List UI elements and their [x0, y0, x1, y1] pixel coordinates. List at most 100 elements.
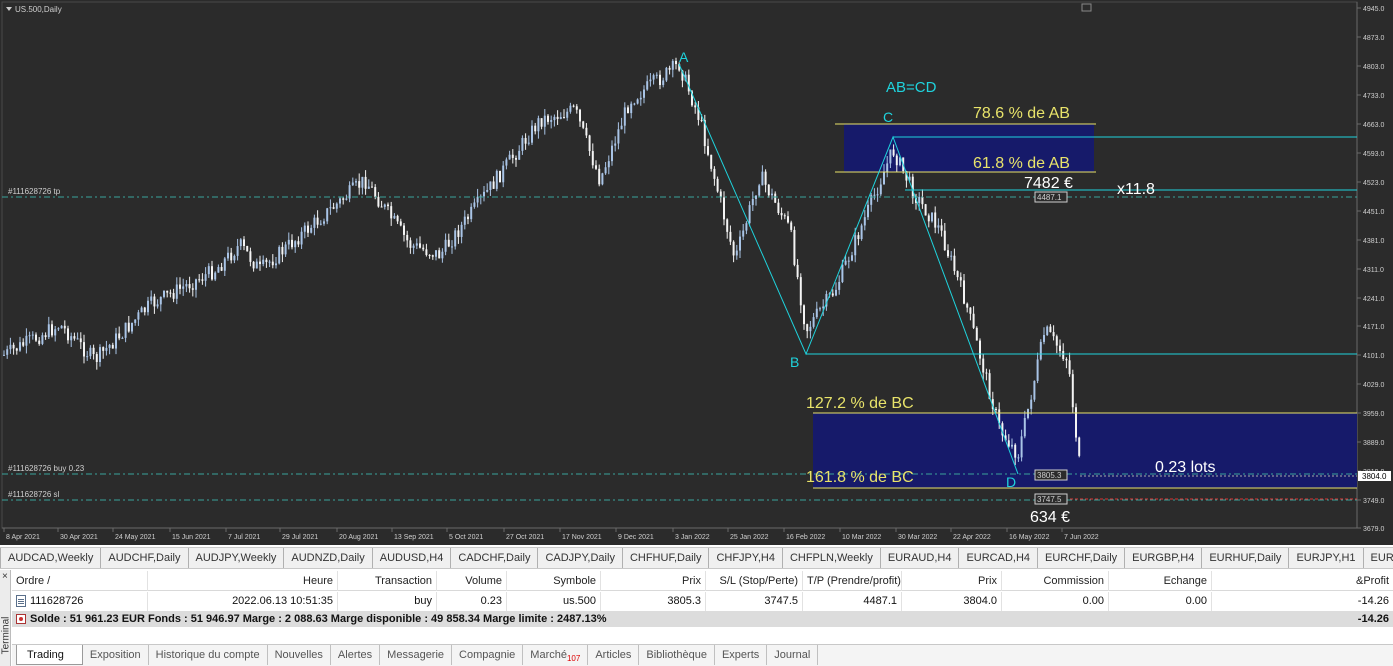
symbol-tab[interactable]: AUDJPY,Weekly [189, 548, 285, 568]
tab-messagerie[interactable]: Messagerie [380, 645, 453, 665]
column-header[interactable]: &Profit [1212, 571, 1393, 591]
tab-historique-du-compte[interactable]: Historique du compte [149, 645, 268, 665]
lots-label: 0.23 lots [1155, 459, 1215, 476]
candle-body [358, 181, 361, 188]
tab-trading[interactable]: Trading [16, 645, 83, 665]
symbol-tab[interactable]: CADCHF,Daily [451, 548, 539, 568]
price-tick-label: 4945.0 [1363, 6, 1385, 13]
candle-body [22, 342, 25, 346]
candle-body [147, 300, 149, 313]
candle-body [419, 243, 421, 248]
column-header[interactable]: Commission [1002, 571, 1109, 591]
candle-body [345, 198, 348, 200]
order-profit: -14.26 [1357, 595, 1389, 607]
symbol-tab[interactable]: CHFPLN,Weekly [783, 548, 881, 568]
symbol-tab[interactable]: EURGBP,H4 [1125, 548, 1203, 568]
tab-experts[interactable]: Experts [715, 645, 768, 665]
candle-body [268, 261, 271, 263]
tab-march-[interactable]: Marché107 [523, 645, 589, 665]
column-header[interactable]: Transaction [338, 571, 437, 591]
candle-body [297, 241, 300, 245]
column-header[interactable]: Volume [437, 571, 507, 591]
table-row[interactable]: 111628726 2022.06.13 10:51:35 buy 0.23 u… [12, 592, 1393, 611]
candle-body [607, 161, 610, 168]
candle-body [463, 216, 466, 225]
candle-body [783, 215, 786, 217]
candle-body [195, 279, 197, 290]
symbol-tab[interactable]: AUDNZD,Daily [284, 548, 373, 568]
column-header[interactable]: Ordre / [12, 571, 148, 591]
symbol-tab[interactable]: AUDCHF,Daily [101, 548, 189, 568]
candle-body [860, 225, 863, 240]
price-tick-label: 4101.0 [1363, 353, 1385, 360]
symbol-tab[interactable]: CHFHUF,Daily [623, 548, 710, 568]
candle-body [707, 146, 709, 155]
point-a-label: A [679, 49, 689, 65]
candle-body [966, 303, 969, 308]
candle-body [761, 171, 764, 186]
symbol-tab[interactable]: EURCAD,H4 [959, 548, 1039, 568]
candle-body [444, 239, 447, 252]
terminal-side-bar: × Terminal [0, 570, 12, 666]
candle-body [559, 117, 562, 119]
candle-body [35, 334, 37, 341]
candle-body [543, 115, 546, 127]
symbol-tab[interactable]: EURCHF,Daily [1038, 548, 1126, 568]
column-header[interactable]: Symbole [507, 571, 601, 591]
chart-corner-icon[interactable] [1081, 3, 1092, 12]
candle-body [787, 216, 789, 223]
candle-body [643, 89, 645, 98]
candle-body [950, 255, 953, 257]
price-chart[interactable]: US.500,Daily 4945.0 4873.0 4803.0 4733.0 466… [0, 0, 1393, 545]
symbol-tab[interactable]: AUDUSD,H4 [373, 548, 452, 568]
symbol-tab[interactable]: EURJPY,H1 [1289, 548, 1364, 568]
candle-body [636, 99, 639, 104]
time-axis: 8 Apr 2021 30 Apr 2021 24 May 2021 15 Jun 2… [2, 527, 1357, 541]
candle-body [169, 292, 172, 294]
column-header[interactable]: S/L (Stop/Perte) [706, 571, 803, 591]
symbol-tab[interactable]: EURAUD,H4 [881, 548, 960, 568]
candle-body [956, 271, 959, 278]
candle-body [179, 284, 181, 289]
column-header[interactable]: T/P (Prendre/profit) [803, 571, 902, 591]
candle-body [588, 135, 591, 152]
chart-canvas[interactable]: US.500,Daily 4945.0 4873.0 4803.0 4733.0 466… [0, 0, 1393, 545]
tab-journal[interactable]: Journal [767, 645, 819, 665]
candle-body [291, 239, 293, 248]
tab-articles[interactable]: Articles [588, 645, 640, 665]
column-header[interactable]: Heure [148, 571, 338, 591]
tab-nouvelles[interactable]: Nouvelles [268, 645, 331, 665]
tab-compagnie[interactable]: Compagnie [452, 645, 524, 665]
candle-body [156, 304, 159, 307]
buy-order-label: #111628726 buy 0.23 [8, 464, 85, 473]
candle-body [793, 229, 796, 265]
candle-body [313, 217, 316, 228]
candle-body [182, 286, 185, 289]
symbol-tab[interactable]: CHFJPY,H4 [709, 548, 783, 568]
symbol-tab[interactable]: CADJPY,Daily [538, 548, 623, 568]
candle-body [316, 217, 319, 225]
candle-body [214, 272, 217, 280]
candle-body [166, 290, 169, 293]
candle-body [236, 246, 239, 256]
close-icon[interactable]: × [2, 572, 8, 582]
column-header[interactable]: Prix [601, 571, 706, 591]
chart-menu-icon[interactable] [6, 7, 12, 11]
candle-body [223, 258, 226, 271]
tab-biblioth-que[interactable]: Bibliothèque [639, 645, 715, 665]
candle-body [553, 116, 556, 121]
candle-body [47, 324, 50, 338]
symbol-tab[interactable]: AUDCAD,Weekly [0, 548, 102, 568]
symbol-tab[interactable]: EURNO [1364, 548, 1393, 568]
tab-alertes[interactable]: Alertes [331, 645, 381, 665]
price-tick-label: 4593.0 [1363, 151, 1385, 158]
candle-body [86, 356, 89, 358]
candle-body [79, 338, 82, 343]
candle-body [732, 241, 735, 256]
column-header[interactable]: Prix [902, 571, 1002, 591]
tab-exposition[interactable]: Exposition [83, 645, 149, 665]
candle-body [764, 171, 767, 185]
symbol-tab[interactable]: EURHUF,Daily [1202, 548, 1290, 568]
candle-body [879, 184, 882, 195]
column-header[interactable]: Echange [1109, 571, 1212, 591]
